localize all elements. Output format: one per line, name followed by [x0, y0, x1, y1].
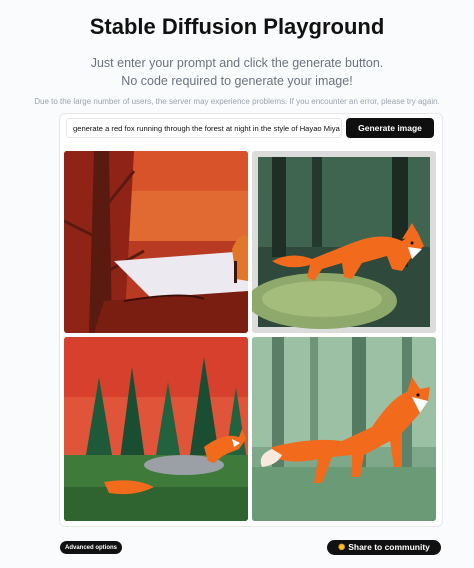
prompt-input[interactable] — [66, 118, 342, 138]
generated-image-4[interactable] — [252, 337, 436, 521]
advanced-options-button[interactable]: Advanced options — [60, 541, 122, 554]
page-title: Stable Diffusion Playground — [89, 14, 385, 39]
server-notice: Due to the large number of users, the se… — [34, 97, 440, 106]
share-to-community-button[interactable]: ✺ Share to community — [327, 540, 441, 555]
generated-image-2[interactable] — [252, 151, 436, 333]
generated-image-3[interactable] — [64, 337, 248, 521]
generated-image-1[interactable] — [64, 151, 248, 333]
subtitle-line-2: No code required to generate your image! — [121, 74, 353, 88]
subtitle-line-1: Just enter your prompt and click the gen… — [90, 56, 384, 70]
share-button-label: Share to community — [348, 542, 430, 552]
generate-image-button[interactable]: Generate image — [346, 118, 434, 138]
sparkle-icon: ✺ — [338, 542, 346, 552]
